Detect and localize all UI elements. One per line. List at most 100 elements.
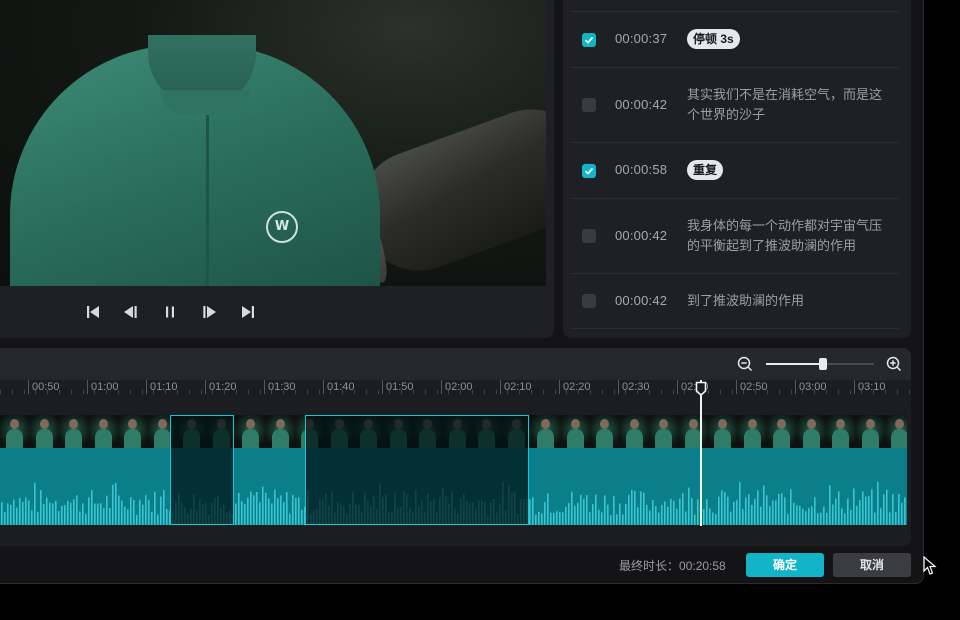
timeline[interactable]: 00:50 01:00 01:10 01:20 01:30 01:40 01:50 02:00… <box>0 348 911 546</box>
waveform-bar <box>532 497 534 525</box>
ruler-minor-tick <box>118 390 119 394</box>
skip-to-end-icon[interactable] <box>239 303 257 321</box>
waveform-bar <box>820 512 822 525</box>
waveform-bar <box>718 496 720 525</box>
video-preview[interactable]: W <box>0 0 546 286</box>
waveform-bar <box>550 512 552 525</box>
waveform-bar <box>841 508 843 525</box>
waveform-bar <box>565 506 567 525</box>
segment-checkbox[interactable] <box>582 98 596 112</box>
segment-checkbox[interactable] <box>582 164 596 178</box>
time-ruler[interactable]: 00:50 01:00 01:10 01:20 01:30 01:40 01:50 02:00… <box>0 380 911 400</box>
waveform-bar <box>79 511 81 525</box>
waveform-bar <box>127 509 129 525</box>
waveform-bar <box>274 489 276 525</box>
pause-icon[interactable] <box>161 303 179 321</box>
ruler-minor-tick <box>601 390 603 394</box>
ruler-minor-tick <box>731 390 733 394</box>
ruler-minor-tick <box>401 390 403 394</box>
ruler-minor-tick <box>554 390 556 394</box>
waveform-bar <box>148 499 150 525</box>
ruler-tick-label: 03:00 <box>795 380 827 394</box>
zoom-slider-thumb[interactable] <box>819 358 828 370</box>
waveform-bar <box>808 507 810 525</box>
ruler-minor-tick <box>672 390 674 394</box>
cancel-button[interactable]: 取消 <box>833 553 911 577</box>
waveform-bar <box>34 482 36 525</box>
confirm-button[interactable]: 确定 <box>746 553 824 577</box>
list-item[interactable]: 00:00:37 停顿 3s <box>571 11 899 67</box>
playhead-handle[interactable] <box>695 381 707 396</box>
zoom-out-icon[interactable] <box>737 356 753 372</box>
list-item[interactable]: 00:00:42 其实我们不是在消耗空气，而是这个世界的沙子 <box>571 67 899 142</box>
ruler-minor-tick <box>82 390 84 394</box>
filmstrip-thumbnail <box>560 415 590 448</box>
waveform-bar <box>685 511 687 525</box>
video-subject-collar <box>160 90 250 114</box>
waveform-bar <box>763 485 765 525</box>
playhead[interactable] <box>699 380 702 526</box>
ruler-minor-tick <box>11 390 13 394</box>
waveform-bar <box>751 504 753 525</box>
waveform-bar <box>19 497 21 525</box>
zoom-slider[interactable] <box>766 358 874 370</box>
waveform-bar <box>778 493 780 525</box>
waveform-bar <box>658 512 660 525</box>
zoom-in-icon[interactable] <box>886 356 902 372</box>
segment-checkbox[interactable] <box>582 294 596 308</box>
ruler-minor-tick <box>613 390 615 394</box>
waveform-bar <box>781 493 783 525</box>
waveform-bar <box>166 509 168 525</box>
segment-checkbox[interactable] <box>582 229 596 243</box>
ruler-tick-label: 01:10 <box>146 380 178 394</box>
waveform-bar <box>22 502 24 525</box>
waveform-bar <box>652 500 654 525</box>
list-item[interactable]: 00:00:42 到了推波助澜的作用 <box>571 273 899 329</box>
ruler-tick-label: 02:30 <box>618 380 650 394</box>
ruler-minor-tick <box>873 390 875 394</box>
segment-checkbox[interactable] <box>582 33 596 47</box>
segment-text: 我身体的每一个动作都对宇宙气压的平衡起到了推波助澜的作用 <box>687 218 883 253</box>
waveform-bar <box>10 504 12 525</box>
waveform-bar <box>37 511 39 525</box>
waveform-bar <box>556 511 558 525</box>
ruler-minor-tick <box>106 390 108 394</box>
waveform-bar <box>817 513 819 525</box>
waveform-bar <box>61 505 63 525</box>
filmstrip-thumbnail <box>737 415 767 448</box>
filmstrip-thumbnail <box>767 415 797 448</box>
waveform-bar <box>121 500 123 525</box>
waveform-bar <box>85 513 87 525</box>
waveform-bar <box>40 490 42 525</box>
repeat-tag: 重复 <box>687 160 724 180</box>
step-back-icon[interactable] <box>122 303 140 321</box>
waveform-bar <box>253 495 255 525</box>
filmstrip-thumbnail <box>826 415 856 448</box>
waveform-bar <box>709 508 711 525</box>
ruler-tick-label: 02:20 <box>559 380 591 394</box>
waveform-bar <box>130 497 132 525</box>
ruler-minor-tick <box>318 390 320 394</box>
ruler-minor-tick <box>460 390 462 394</box>
waveform-bar <box>880 508 882 525</box>
filmstrip-thumbnail <box>59 415 89 448</box>
step-forward-icon[interactable] <box>200 303 218 321</box>
waveform-bar <box>784 497 786 525</box>
waveform-bar <box>805 511 807 525</box>
ruler-minor-tick <box>507 390 509 394</box>
waveform-bar <box>796 505 798 525</box>
filmstrip-thumbnail <box>236 415 266 448</box>
ruler-minor-tick <box>542 390 544 394</box>
list-item[interactable]: 00:00:42 我身体的每一个动作都对宇宙气压的平衡起到了推波助澜的作用 <box>571 198 899 273</box>
waveform-bar <box>67 500 69 525</box>
cut-selection[interactable] <box>169 415 235 525</box>
waveform-bar <box>163 489 165 525</box>
skip-to-start-icon[interactable] <box>84 303 102 321</box>
waveform-bar <box>790 489 792 525</box>
cut-selection[interactable] <box>305 415 530 525</box>
ruler-minor-tick <box>306 390 308 394</box>
ruler-minor-tick <box>259 390 261 394</box>
list-item[interactable]: 00:00:58 重复 <box>571 142 899 198</box>
waveform-bar <box>271 503 273 525</box>
waveform-bar <box>769 506 771 525</box>
